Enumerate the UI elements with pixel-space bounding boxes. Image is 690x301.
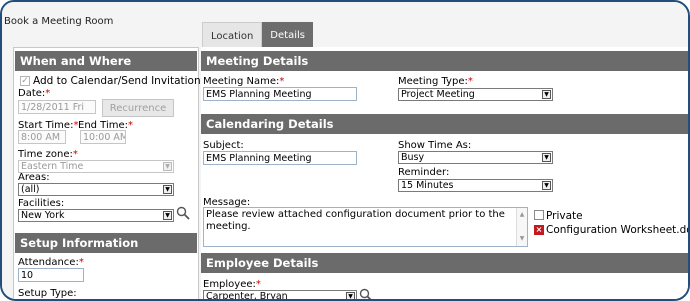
start-time-field[interactable]: 8:00 AM xyxy=(18,130,66,144)
message-textarea[interactable]: Please review attached configuration doc… xyxy=(203,207,528,247)
employee-details-header: Employee Details xyxy=(201,253,688,273)
meeting-type-label: Meeting Type:* xyxy=(398,76,473,87)
attendance-field[interactable]: 10 xyxy=(18,268,84,282)
time-zone-label: Time zone:* xyxy=(18,149,78,160)
setup-info-header: Setup Information xyxy=(15,233,197,253)
tab-bar: Location Details xyxy=(202,22,313,47)
page-title: Book a Meeting Room xyxy=(4,16,114,27)
recurrence-button[interactable]: Recurrence xyxy=(102,99,174,117)
window-frame: Book a Meeting Room Location Details Whe… xyxy=(0,0,690,301)
facilities-value: New York xyxy=(21,210,65,221)
meeting-name-label: Meeting Name:* xyxy=(203,76,285,87)
scroll-up-icon[interactable]: ▲ xyxy=(517,209,527,221)
facilities-select[interactable]: New York ▼ xyxy=(18,209,174,222)
facilities-label: Facilities: xyxy=(18,198,65,209)
meeting-type-select[interactable]: Project Meeting ▼ xyxy=(398,88,553,101)
remove-attachment-icon[interactable]: × xyxy=(534,225,544,235)
end-time-field[interactable]: 10:00 AM xyxy=(80,130,126,144)
chevron-down-icon: ▼ xyxy=(163,211,172,220)
add-to-calendar-label: Add to Calendar/Send Invitations xyxy=(33,75,207,87)
areas-value: (all) xyxy=(21,184,40,195)
reminder-select[interactable]: 15 Minutes ▼ xyxy=(398,179,553,192)
chevron-down-icon: ▼ xyxy=(163,185,172,194)
time-zone-value: Eastern Time xyxy=(21,161,84,172)
calendaring-details-header: Calendaring Details xyxy=(201,114,688,134)
meeting-type-value: Project Meeting xyxy=(401,89,475,100)
private-label: Private xyxy=(546,210,583,222)
subject-field[interactable]: EMS Planning Meeting xyxy=(203,151,357,165)
show-time-as-value: Busy xyxy=(401,152,425,163)
employee-value: Carpenter, Bryan xyxy=(206,291,288,301)
subject-label: Subject: xyxy=(203,140,244,151)
tab-location[interactable]: Location xyxy=(202,22,263,47)
left-panel: When and Where ✓ Add to Calendar/Send In… xyxy=(13,47,206,299)
setup-type-label: Setup Type: xyxy=(18,288,77,299)
message-scrollbar[interactable]: ▲ ▼ xyxy=(516,208,527,246)
employee-select[interactable]: Carpenter, Bryan ▼ xyxy=(203,290,357,301)
when-where-header: When and Where xyxy=(15,51,197,71)
message-text: Please review attached configuration doc… xyxy=(206,209,505,232)
details-panel: Meeting Details Meeting Name:* EMS Plann… xyxy=(201,47,688,301)
reminder-value: 15 Minutes xyxy=(401,180,454,191)
scroll-down-icon[interactable]: ▼ xyxy=(517,233,527,245)
chevron-down-icon: ▼ xyxy=(346,292,355,299)
areas-label: Areas: xyxy=(18,172,50,183)
show-time-as-label: Show Time As: xyxy=(398,140,472,151)
chevron-down-icon: ▼ xyxy=(542,153,551,162)
search-icon[interactable] xyxy=(359,288,373,301)
search-icon[interactable] xyxy=(176,206,190,220)
tab-details[interactable]: Details xyxy=(262,22,313,47)
chevron-down-icon: ▼ xyxy=(542,181,551,190)
date-label: Date:* xyxy=(18,88,51,99)
attachment-filename[interactable]: Configuration Worksheet.docx xyxy=(546,224,688,236)
chevron-down-icon: ▼ xyxy=(542,90,551,99)
private-checkbox[interactable] xyxy=(534,210,544,220)
show-time-as-select[interactable]: Busy ▼ xyxy=(398,151,553,164)
add-to-calendar-checkbox[interactable]: ✓ xyxy=(20,76,30,86)
date-field[interactable]: 1/28/2011 Fri xyxy=(18,100,96,114)
chevron-down-icon: ▼ xyxy=(163,162,172,171)
areas-select[interactable]: (all) ▼ xyxy=(18,183,174,196)
employee-label: Employee:* xyxy=(203,279,261,290)
meeting-details-header: Meeting Details xyxy=(201,51,688,71)
meeting-name-field[interactable]: EMS Planning Meeting xyxy=(203,87,357,101)
attendance-label: Attendance:* xyxy=(18,257,84,268)
reminder-label: Reminder: xyxy=(398,167,450,178)
